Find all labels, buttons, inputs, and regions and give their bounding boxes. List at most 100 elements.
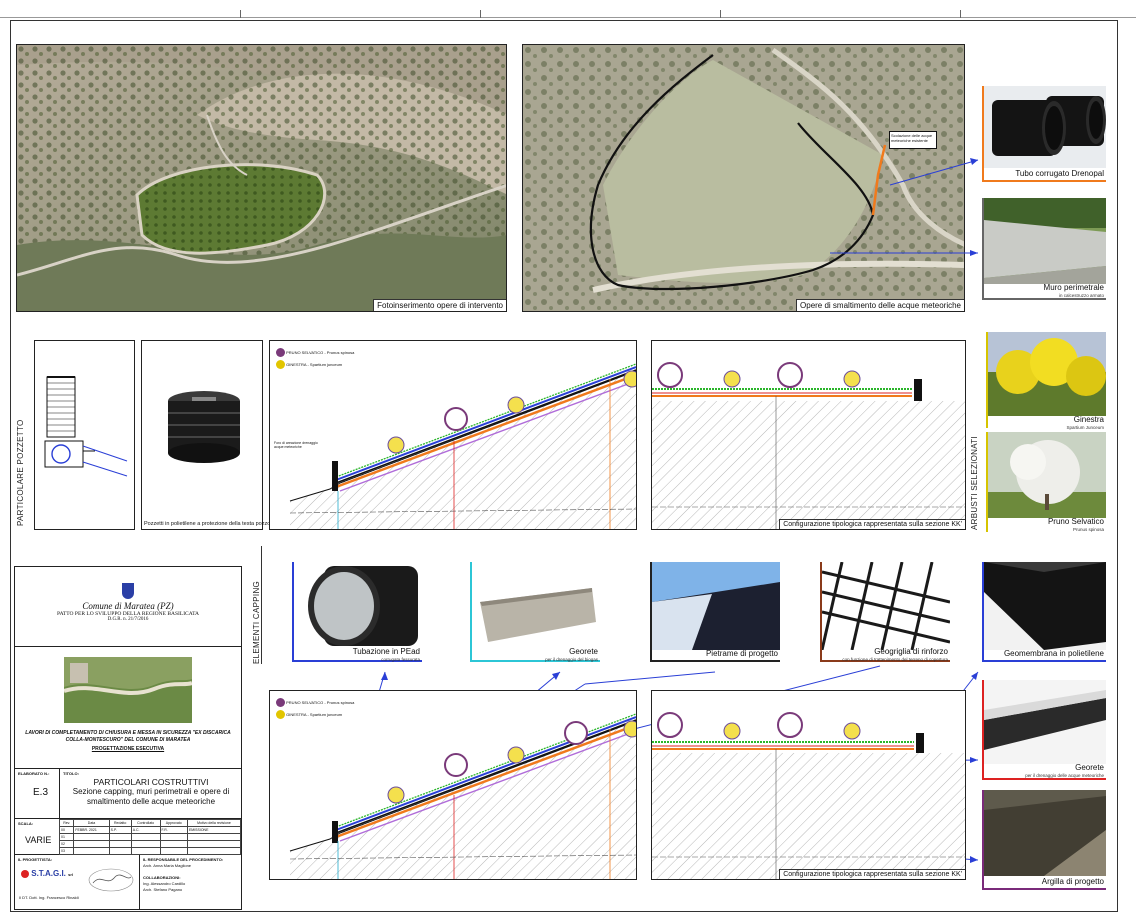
rev-cell: F.R. (159, 826, 188, 834)
argilla-image (984, 790, 1106, 876)
pruno-photo-card: Pruno Selvatico Prunus spinosa (986, 432, 1106, 532)
rev-cell: EMISSIONE (186, 826, 242, 834)
argilla-card: Argilla di progetto (982, 790, 1106, 890)
dgr-line: D.G.R. n. 21/7/2016 (107, 617, 149, 622)
rev-cell (108, 840, 132, 848)
table-row: 02 (58, 840, 242, 848)
comune-title: Comune di Maratea (PZ) (82, 601, 174, 611)
ginestra-image (988, 332, 1106, 416)
pozzetto-section-drawing (44, 376, 128, 477)
geomembrana-label: Geomembrana in polietilene (1003, 649, 1104, 658)
pietrame-image (652, 562, 780, 650)
rev-cell (186, 840, 242, 848)
site-photo-image (63, 657, 193, 723)
elaborato-label: ELABORATO N.: (18, 771, 50, 776)
collab-2: Arch. Stefano Pagano (143, 887, 183, 892)
rev-cell (130, 840, 161, 848)
slope-section-drawing (289, 363, 636, 529)
coat-of-arms-icon (122, 583, 134, 599)
rev-header-cell: Redatto (108, 819, 132, 827)
tubazione-card: Tubazione in PEad corrugata fessurata (292, 562, 422, 662)
geogriglia-image (820, 561, 951, 651)
georete-sublabel: per il drenaggio del biogas (545, 657, 598, 662)
section-flat-lower: Configurazione tipologica rappresentata … (651, 690, 966, 880)
flat-section-drawing (652, 362, 965, 529)
pozzetto-image (168, 391, 240, 463)
scala-value: VARIE (25, 835, 52, 845)
rev-cell: S.P. (108, 826, 132, 834)
stagi-logo: S.T.A.G.I. srl (21, 869, 73, 878)
progettista-name: Il DT. Dott. Ing. Francesco Rinaldi (19, 895, 79, 900)
pead-pipe-image (294, 562, 422, 650)
rev-cell (108, 833, 132, 841)
rev-cell: 00 (58, 826, 75, 834)
ginestra-photo-card: Ginestra Spartium Junceum (986, 332, 1106, 430)
section-slope-lower: PRUNO SELVATICO - Prunus spinosa GINESTR… (269, 690, 637, 880)
rev-cell (186, 847, 242, 855)
geomembrana-card: Geomembrana in polietilene (982, 562, 1106, 662)
tubazione-sublabel: corrugata fessurata (381, 657, 420, 662)
geogriglia-card: Geogriglia di rinforzo con funzione di t… (820, 561, 951, 662)
revision-table: Rev. Data Redatto Controllato Approvato Motiv… (58, 819, 242, 855)
slope-section-drawing-lower (289, 713, 636, 879)
arbusti-section-label: ARBUSTI SELEZIONATI (970, 435, 979, 530)
rev-cell: 01 (58, 833, 75, 841)
resp-label: IL RESPONSABILE DEL PROCEDIMENTO: (143, 857, 224, 862)
rev-cell (130, 847, 161, 855)
signature-stamp (88, 868, 134, 892)
georete2-label: Georete (1075, 763, 1104, 772)
collab-1: Ing. Alessandro Cardillo (143, 881, 186, 886)
stagi-logo-icon (21, 869, 29, 878)
pozzetto-section-label: PARTICOLARE POZZETTO (16, 419, 25, 526)
section-slope-upper: PRUNO SELVATICO - Prunus spinosa GINESTR… (269, 340, 637, 530)
config-caption-lower: Configurazione tipologica rappresentata … (779, 869, 965, 879)
capping-divider (261, 546, 262, 664)
rev-header-cell: Motivo della revisione (186, 819, 242, 827)
georete2-card: Georete per il drenaggio delle acque met… (982, 680, 1106, 780)
collab-label: COLLABORAZIONI: (143, 875, 181, 880)
resp-name: Arch. Anna Maria Maglione (143, 863, 192, 868)
titolo-main: PARTICOLARI COSTRUTTIVI (93, 777, 209, 787)
rev-header-cell: Controllato (130, 819, 161, 827)
scala-label: SCALA: (18, 821, 34, 826)
pruno-label: Pruno Selvatico (1047, 517, 1104, 526)
rev-cell (73, 847, 110, 855)
capping-section-label: ELEMENTI CAPPING (252, 580, 261, 664)
ginestra-label: Ginestra (1073, 415, 1104, 424)
rev-header-cell: Rev. (58, 819, 75, 827)
ginestra-sublabel: Spartium Junceum (1066, 425, 1104, 430)
pruno-image (988, 432, 1106, 518)
rev-cell (130, 833, 161, 841)
section-flat-upper: Configurazione tipologica rappresentata … (651, 340, 966, 530)
argilla-label: Argilla di progetto (1041, 877, 1104, 886)
config-caption-upper: Configurazione tipologica rappresentata … (779, 519, 965, 529)
georete2-sublabel: per il drenaggio delle acque meteoriche (1025, 773, 1104, 778)
geomembrana-image (984, 562, 1106, 650)
rev-cell (159, 840, 188, 848)
pozzetto-caption: Pozzetti in polietilene a protezione del… (144, 521, 271, 527)
rev-cell: FEBBR. 2021 (73, 826, 110, 834)
rev-cell (186, 833, 242, 841)
progetto-text: PROGETTAZIONE ESECUTIVA (91, 746, 165, 752)
rev-cell: 03 (58, 847, 75, 855)
table-row: 01 (58, 833, 242, 841)
georete2-image (984, 680, 1106, 764)
rev-header-cell: Approvato (159, 819, 188, 827)
rev-cell (73, 833, 110, 841)
rev-cell (159, 833, 188, 841)
table-row: 00 FEBBR. 2021 S.P. A.C. F.R. EMISSIONE (58, 826, 242, 834)
lavori-text: LAVORI DI COMPLETAMENTO DI CHIUSURA E ME… (25, 730, 231, 743)
geogriglia-label: Geogriglia di rinforzo (874, 647, 948, 656)
rev-cell (159, 847, 188, 855)
rev-cell (108, 847, 132, 855)
rev-cell: A.C. (130, 826, 161, 834)
rev-cell (73, 840, 110, 848)
geogriglia-sublabel: con funzione di trattenimento del terren… (842, 657, 948, 662)
pietrame-card: Pietrame di progetto (650, 562, 780, 662)
flat-section-drawing-lower (652, 712, 965, 879)
georete-card: Georete per il drenaggio del biogas (470, 562, 600, 662)
table-row: 03 (58, 847, 242, 855)
pruno-sublabel: Prunus spinosa (1072, 527, 1104, 532)
rev-cell: 02 (58, 840, 75, 848)
elaborato-number: E.3 (33, 787, 49, 798)
